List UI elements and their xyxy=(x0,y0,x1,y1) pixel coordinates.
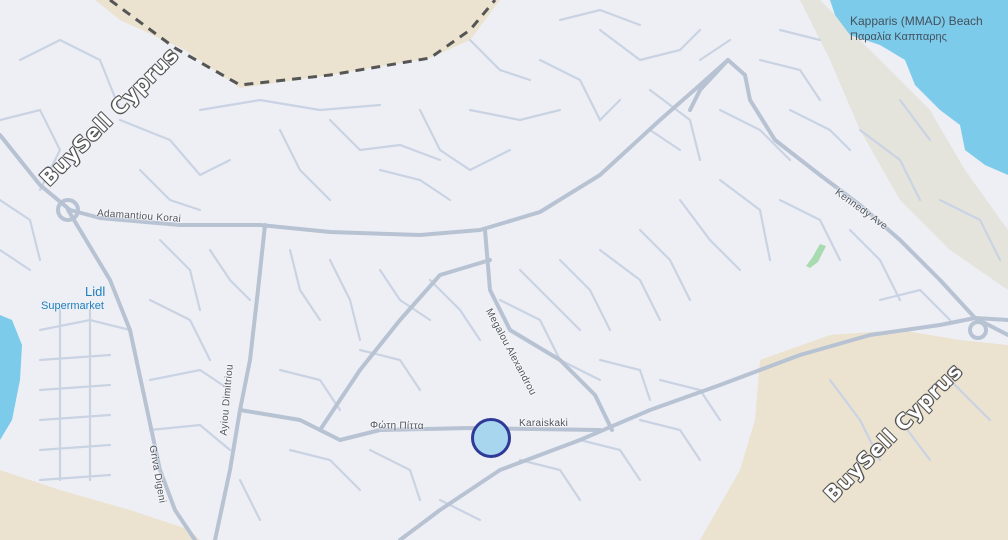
poi-beach-subtitle: Παραλία Καππαρης xyxy=(850,31,947,43)
poi-lidl-title[interactable]: Lidl xyxy=(85,284,105,299)
poi-lidl-subtitle: Supermarket xyxy=(41,300,104,312)
poi-beach-title[interactable]: Kapparis (MMAD) Beach xyxy=(850,14,983,28)
map-view[interactable]: Adamantiou Korai Megalou Alexandrou Kara… xyxy=(0,0,1008,540)
location-marker[interactable] xyxy=(471,418,511,458)
street-label-karaiskaki: Karaiskaki xyxy=(519,418,569,429)
street-label-foti-pitta: Φώτη Πίττα xyxy=(369,420,425,432)
